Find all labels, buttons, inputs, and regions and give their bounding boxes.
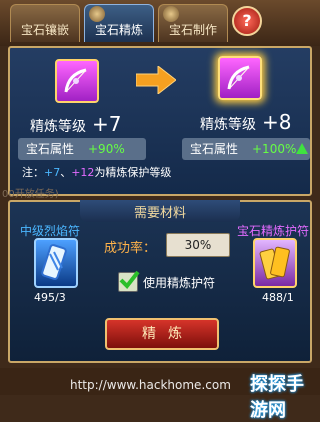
next-attribute: 宝石属性 +100%: [182, 138, 310, 160]
use-protect-checkbox[interactable]: [118, 270, 140, 292]
level-value: +7: [92, 112, 122, 136]
attribute-label: 宝石属性: [190, 142, 239, 156]
success-rate-label: 成功率：: [104, 241, 157, 256]
right-material-count: 488/1: [262, 291, 294, 304]
gem-slot-current[interactable]: [55, 59, 99, 103]
level-label: 精炼等级: [200, 117, 256, 133]
attribute-value: +90%: [88, 142, 125, 156]
current-level: 精炼等级 +7: [30, 112, 121, 136]
background-text: 00开放任务): [2, 189, 59, 200]
note-level-2: +12: [71, 166, 95, 179]
gem-slot-next[interactable]: [218, 56, 262, 100]
bow-icon: [227, 65, 250, 90]
tab-gem-inlay[interactable]: 宝石镶嵌: [10, 4, 80, 42]
left-material-count: 495/3: [34, 291, 66, 304]
bow-icon: [64, 68, 87, 93]
flame-charm-icon: [41, 244, 67, 280]
note-prefix: 注：: [22, 166, 44, 179]
gem-icon: [89, 6, 105, 22]
protect-charm-icon: [259, 246, 290, 280]
use-protect-label: 使用精炼护符: [143, 276, 216, 290]
arrow-right-icon: [136, 66, 176, 94]
protection-note: 注：+7、+12为精炼保护等级: [22, 164, 171, 180]
tab-label: 宝石制作: [168, 23, 217, 37]
attribute-label: 宝石属性: [26, 142, 75, 156]
left-material-name: 中级烈焰符: [20, 224, 81, 238]
watermark-logo: 探探手游网: [250, 374, 304, 421]
gem-icon: [163, 6, 179, 22]
next-level: 精炼等级 +8: [200, 110, 291, 134]
materials-title: 需要材料: [133, 206, 186, 221]
note-separator: 、: [60, 166, 72, 179]
note-level-1: +7: [44, 166, 61, 179]
level-value: +8: [262, 110, 292, 134]
level-label: 精炼等级: [30, 119, 86, 135]
increase-arrow-icon: [296, 143, 308, 154]
success-rate-value: 30%: [166, 233, 230, 257]
tab-gem-craft[interactable]: 宝石制作: [158, 4, 228, 42]
right-material-name: 宝石精炼护符: [237, 224, 310, 238]
current-attribute: 宝石属性 +90%: [18, 138, 146, 160]
tab-gem-refine[interactable]: 宝石精炼: [84, 4, 154, 42]
tab-label: 宝石镶嵌: [20, 23, 69, 37]
attribute-value: +100%: [252, 142, 297, 156]
blue-charm-slot[interactable]: [34, 238, 78, 288]
checkmark-icon: [119, 270, 140, 290]
refine-button[interactable]: 精炼: [105, 318, 219, 350]
note-suffix: 为精炼保护等级: [94, 166, 172, 179]
gold-charm-slot[interactable]: [253, 238, 297, 288]
tab-label: 宝石精炼: [94, 23, 143, 37]
watermark-url: http://www.hackhome.com: [70, 378, 231, 392]
help-button[interactable]: ?: [232, 6, 262, 36]
